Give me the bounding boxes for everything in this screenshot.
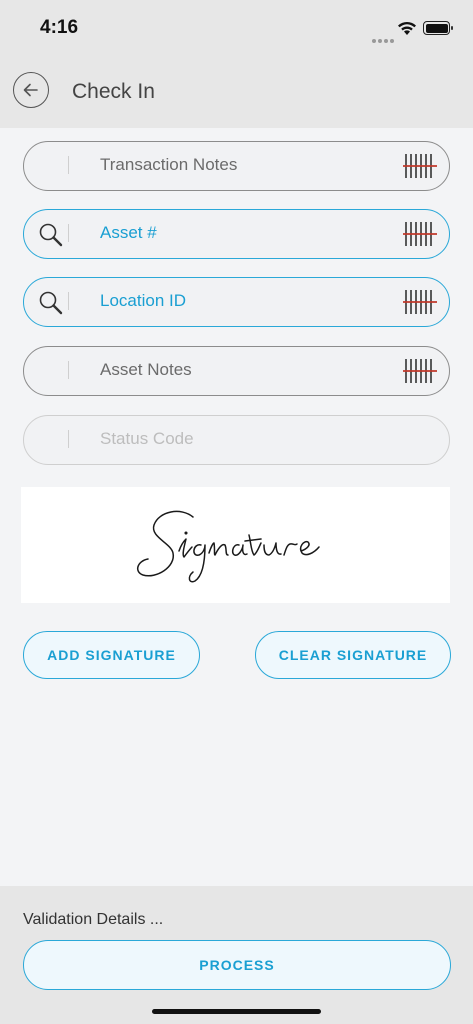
search-icon[interactable]	[38, 222, 64, 248]
barcode-scan-icon[interactable]	[403, 153, 437, 179]
transaction-notes-field[interactable]: Transaction Notes	[23, 141, 450, 191]
field-divider	[68, 292, 69, 310]
cellular-signal-icon	[372, 30, 396, 48]
status-bar: 4:16	[0, 0, 473, 58]
barcode-scan-icon[interactable]	[403, 289, 437, 315]
transaction-notes-placeholder: Transaction Notes	[100, 155, 238, 174]
status-code-field: Status Code	[23, 415, 450, 465]
home-indicator	[152, 1009, 321, 1014]
signature-pad[interactable]	[21, 487, 450, 603]
back-arrow-icon	[23, 83, 38, 97]
asset-number-placeholder: Asset #	[100, 223, 157, 242]
status-code-placeholder: Status Code	[100, 429, 194, 448]
add-signature-button[interactable]: ADD SIGNATURE	[23, 631, 200, 679]
back-button[interactable]	[13, 72, 49, 108]
location-id-placeholder: Location ID	[100, 291, 186, 310]
search-icon[interactable]	[38, 290, 64, 316]
wifi-icon	[398, 21, 416, 35]
barcode-scan-icon[interactable]	[403, 221, 437, 247]
asset-notes-placeholder: Asset Notes	[100, 360, 192, 379]
signature-image	[136, 510, 320, 583]
clear-signature-button[interactable]: CLEAR SIGNATURE	[255, 631, 451, 679]
field-divider	[68, 224, 69, 242]
location-id-field[interactable]: Location ID	[23, 277, 450, 327]
process-button[interactable]: PROCESS	[23, 940, 451, 990]
field-divider	[68, 156, 69, 174]
footer-panel: Validation Details ... PROCESS	[0, 886, 473, 1024]
status-time: 4:16	[40, 17, 79, 38]
page-title: Check In	[72, 80, 155, 103]
asset-number-field[interactable]: Asset #	[23, 209, 450, 259]
nav-bar: Check In	[0, 58, 473, 128]
battery-icon	[423, 21, 453, 35]
barcode-scan-icon[interactable]	[403, 358, 437, 384]
validation-details-text: Validation Details ...	[23, 911, 164, 928]
field-divider	[68, 430, 69, 448]
field-divider	[68, 361, 69, 379]
asset-notes-field[interactable]: Asset Notes	[23, 346, 450, 396]
